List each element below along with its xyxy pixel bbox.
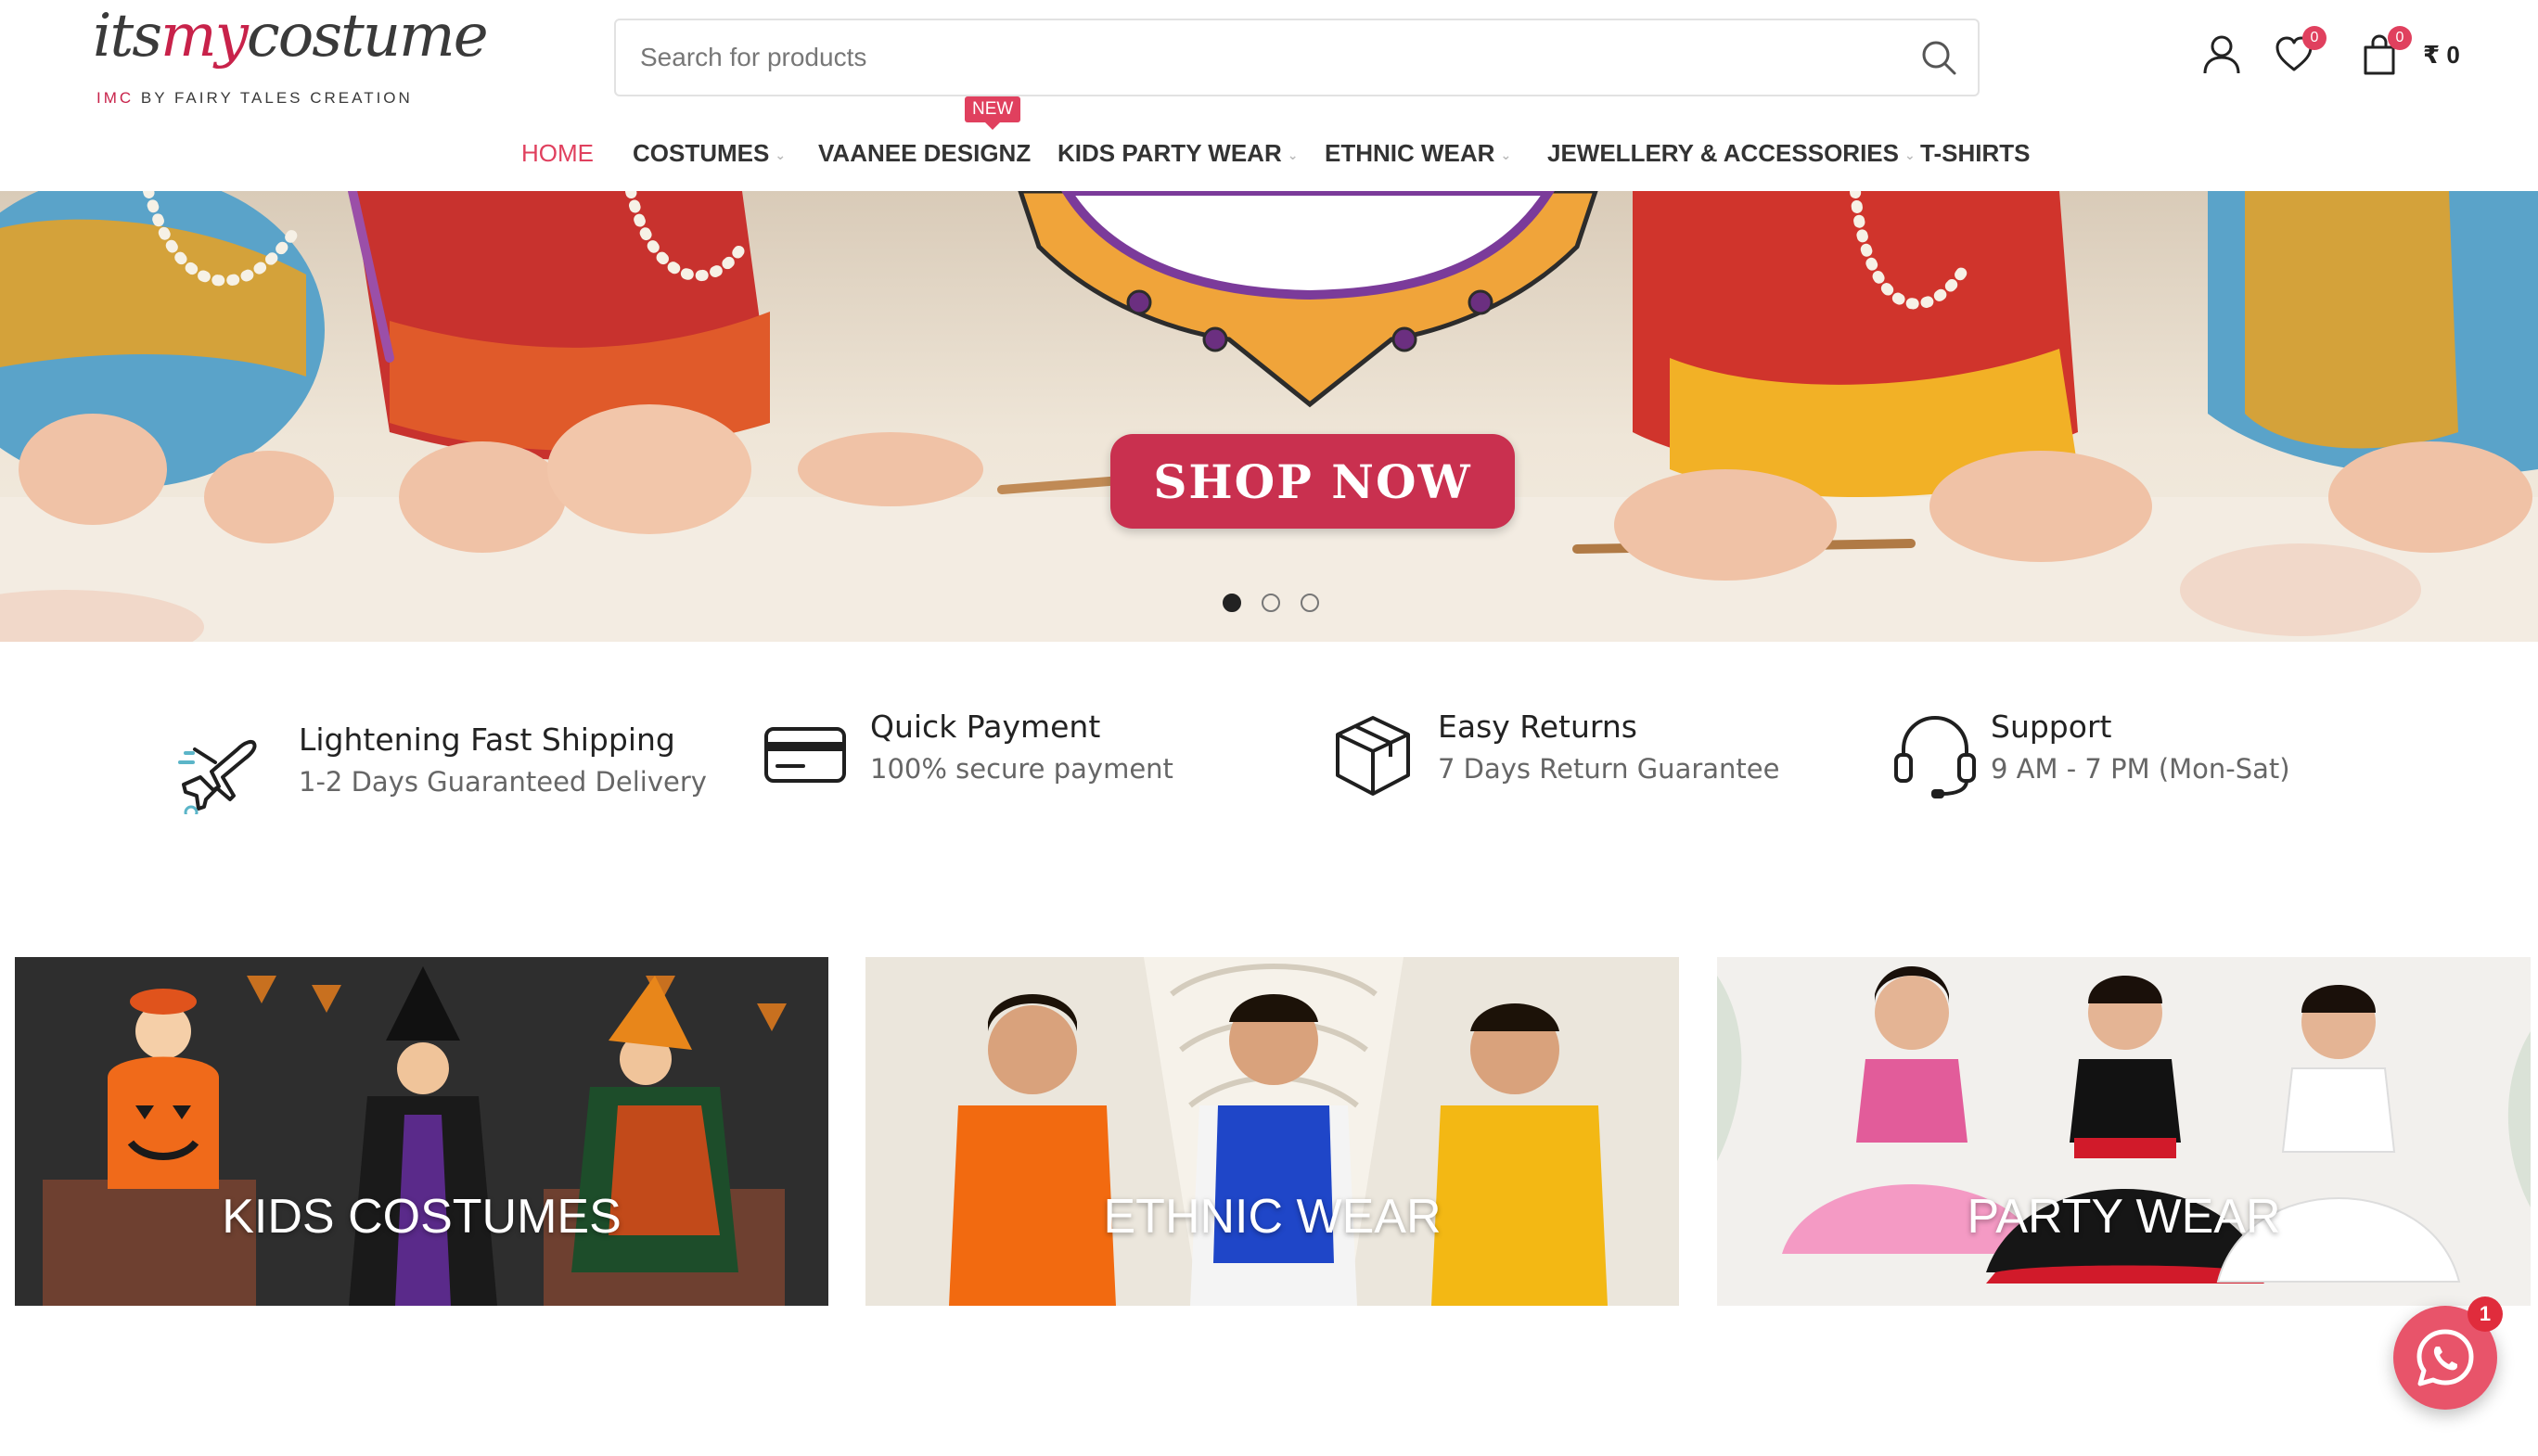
category-label: ETHNIC WEAR (1103, 1190, 1442, 1244)
wishlist-button[interactable]: 0 (2271, 26, 2326, 78)
credit-card-icon (764, 727, 846, 783)
slider-dots (1223, 594, 1319, 612)
feature-subtitle: 1-2 Days Guaranteed Delivery (299, 766, 707, 798)
hero-banner[interactable]: SHOP NOW (0, 191, 2538, 642)
shop-now-button[interactable]: SHOP NOW (1110, 434, 1515, 529)
chevron-down-icon: ⌄ (1500, 147, 1512, 162)
category-image (1717, 957, 2531, 1306)
logo-wordmark: itsmycostume (93, 2, 489, 70)
feature-subtitle: 9 AM - 7 PM (Mon-Sat) (1991, 753, 2290, 785)
chevron-down-icon: ⌄ (1904, 147, 1916, 162)
slider-dot-2[interactable] (1262, 594, 1280, 612)
category-tile-kids-costumes[interactable]: KIDS COSTUMES (15, 957, 828, 1306)
feature-subtitle: 7 Days Return Guarantee (1438, 753, 1780, 785)
search-icon (1922, 41, 1956, 75)
category-label: PARTY WEAR (1967, 1190, 2281, 1244)
cart-total[interactable]: ₹ 0 (2423, 41, 2460, 70)
search-input[interactable] (640, 20, 1883, 95)
chat-notification-badge: 1 (2468, 1296, 2503, 1332)
feature-title: Support (1991, 709, 2112, 745)
site-header: itsmycostume IMC BY FAIRY TALES CREATION… (0, 0, 2538, 191)
nav-jewellery-accessories[interactable]: JEWELLERY & ACCESSORIES ⌄ (1547, 139, 1916, 168)
category-image (15, 957, 828, 1306)
user-icon (2203, 35, 2240, 74)
nav-t-shirts[interactable]: T-SHIRTS (1920, 139, 2030, 168)
nav-kids-party-wear[interactable]: KIDS PARTY WEAR ⌄ (1058, 139, 1298, 168)
nav-ethnic-wear[interactable]: ETHNIC WEAR ⌄ (1325, 139, 1511, 168)
new-badge: NEW (965, 96, 1021, 130)
search-bar (614, 19, 1980, 96)
site-logo[interactable]: itsmycostume IMC BY FAIRY TALES CREATION (93, 0, 489, 115)
features-strip: Lightening Fast Shipping 1-2 Days Guaran… (0, 642, 2538, 920)
wishlist-count-badge: 0 (2302, 26, 2326, 50)
feature-subtitle: 100% secure payment (870, 753, 1173, 785)
chevron-down-icon: ⌄ (775, 147, 787, 162)
slider-dot-1[interactable] (1223, 594, 1241, 612)
logo-tagline: IMC BY FAIRY TALES CREATION (96, 89, 413, 107)
category-tile-ethnic-wear[interactable]: ETHNIC WEAR (865, 957, 1679, 1306)
category-label: KIDS COSTUMES (222, 1190, 622, 1244)
nav-home[interactable]: HOME (521, 139, 594, 168)
cart-count-badge: 0 (2388, 26, 2412, 50)
cart-button[interactable]: 0 (2356, 26, 2412, 78)
account-button[interactable] (2198, 32, 2245, 78)
headset-icon (1894, 715, 1976, 798)
slider-dot-3[interactable] (1301, 594, 1319, 612)
category-tile-party-wear[interactable]: PARTY WEAR (1717, 957, 2531, 1306)
category-image (865, 957, 1679, 1306)
search-button[interactable] (1918, 37, 1959, 78)
whatsapp-icon (2416, 1329, 2474, 1386)
nav-vaanee-designz[interactable]: VAANEE DESIGNZ (818, 139, 1031, 168)
airplane-icon (178, 740, 257, 814)
box-icon (1336, 716, 1410, 796)
hero-illustration (0, 191, 2538, 642)
feature-title: Lightening Fast Shipping (299, 722, 675, 758)
feature-title: Easy Returns (1438, 709, 1637, 745)
nav-costumes[interactable]: COSTUMES ⌄ (633, 139, 786, 168)
chevron-down-icon: ⌄ (1287, 147, 1299, 162)
main-nav: HOME COSTUMES ⌄ VAANEE DESIGNZ KIDS PARTY… (0, 132, 2538, 178)
feature-title: Quick Payment (870, 709, 1101, 745)
